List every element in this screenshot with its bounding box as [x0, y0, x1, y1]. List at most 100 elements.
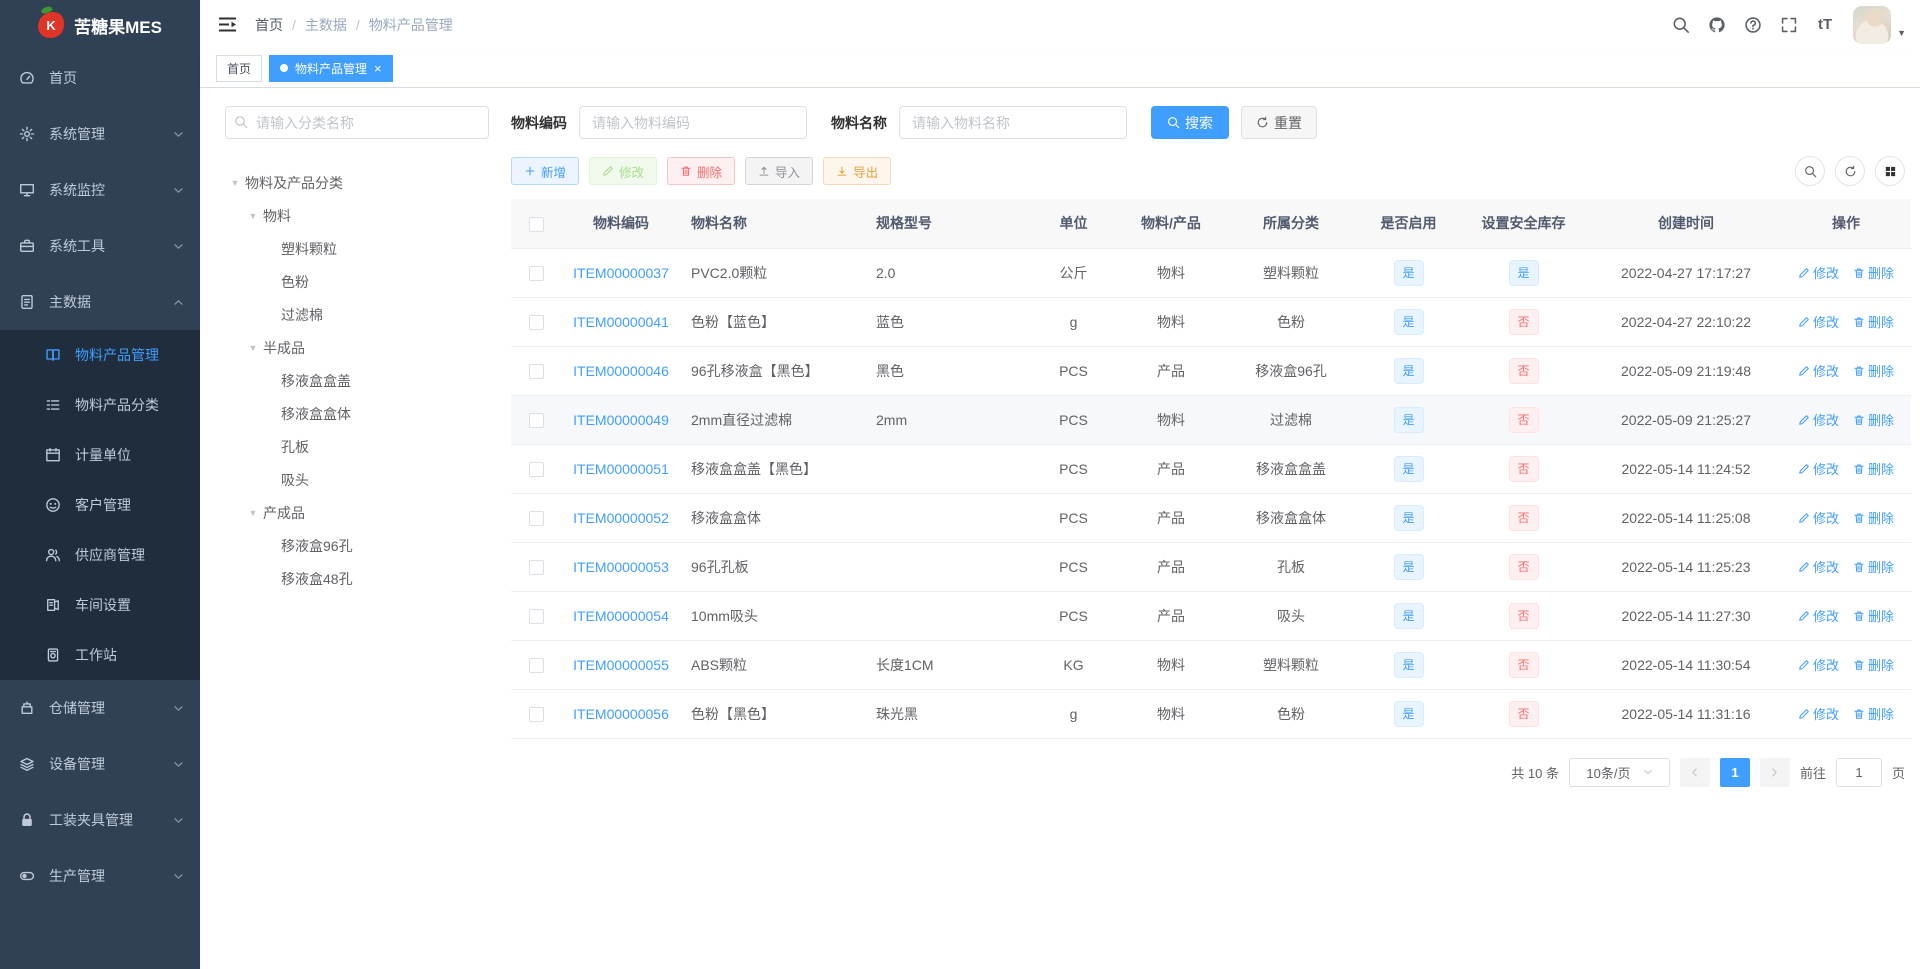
category-search-input[interactable]	[225, 106, 489, 139]
row-checkbox[interactable]	[528, 706, 544, 722]
select-all-checkbox[interactable]	[528, 216, 544, 232]
row-delete-link[interactable]: 删除	[1853, 606, 1894, 625]
github-button[interactable]	[1701, 9, 1733, 41]
row-edit-link[interactable]: 修改	[1798, 508, 1839, 527]
sidebar-item-system-monitor[interactable]: 系统监控	[0, 162, 200, 218]
tab-item[interactable]: 首页×	[216, 54, 263, 82]
item-code-link[interactable]: ITEM00000049	[573, 412, 669, 428]
row-edit-link[interactable]: 修改	[1798, 459, 1839, 478]
sidebar-item-tooling-fixture-management[interactable]: 工装夹具管理	[0, 792, 200, 848]
row-checkbox[interactable]	[528, 510, 544, 526]
item-code-link[interactable]: ITEM00000052	[573, 510, 669, 526]
import-button[interactable]: 导入	[745, 157, 814, 185]
fullscreen-button[interactable]	[1773, 9, 1805, 41]
row-checkbox[interactable]	[528, 363, 544, 379]
tree-node[interactable]: 移液盒96孔	[225, 529, 489, 562]
tree-node[interactable]: 移液盒盒盖	[225, 364, 489, 397]
item-code-link[interactable]: ITEM00000056	[573, 706, 669, 722]
row-delete-link[interactable]: 删除	[1853, 704, 1894, 723]
sidebar-item-supplier-management[interactable]: 供应商管理	[0, 530, 200, 580]
tree-expand-caret-icon[interactable]: ▼	[225, 178, 245, 188]
row-edit-link[interactable]: 修改	[1798, 312, 1839, 331]
prev-page-button[interactable]	[1679, 757, 1710, 787]
edit-button[interactable]: 修改	[589, 157, 658, 185]
next-page-button[interactable]	[1759, 757, 1790, 787]
tree-node[interactable]: 塑料颗粒	[225, 232, 489, 265]
item-code-link[interactable]: ITEM00000046	[573, 363, 669, 379]
sidebar-item-material-product-management[interactable]: 物料产品管理	[0, 330, 200, 380]
row-delete-link[interactable]: 删除	[1853, 508, 1894, 527]
row-edit-link[interactable]: 修改	[1798, 704, 1839, 723]
tree-node[interactable]: 移液盒48孔	[225, 562, 489, 595]
sidebar-item-production-management[interactable]: 生产管理	[0, 848, 200, 904]
sidebar-item-master-data[interactable]: 主数据	[0, 274, 200, 330]
row-delete-link[interactable]: 删除	[1853, 557, 1894, 576]
row-checkbox[interactable]	[528, 265, 544, 281]
reset-button[interactable]: 重置	[1241, 106, 1317, 139]
sidebar-item-equipment-management[interactable]: 设备管理	[0, 736, 200, 792]
tab-active[interactable]: 物料产品管理 ×	[269, 54, 393, 82]
tree-node[interactable]: 色粉	[225, 265, 489, 298]
tree-node[interactable]: 孔板	[225, 430, 489, 463]
sidebar-item-home[interactable]: 首页	[0, 50, 200, 106]
item-code-link[interactable]: ITEM00000055	[573, 657, 669, 673]
font-size-button[interactable]: tT	[1809, 9, 1841, 41]
tree-node[interactable]: 过滤棉	[225, 298, 489, 331]
material-code-input[interactable]	[579, 106, 807, 139]
tree-node[interactable]: 移液盒盒体	[225, 397, 489, 430]
item-code-link[interactable]: ITEM00000053	[573, 559, 669, 575]
tree-node[interactable]: ▼ 物料	[225, 199, 489, 232]
row-checkbox[interactable]	[528, 314, 544, 330]
sidebar-item-system-management[interactable]: 系统管理	[0, 106, 200, 162]
sidebar-toggle-icon[interactable]	[218, 16, 237, 33]
export-button[interactable]: 导出	[823, 157, 892, 185]
row-delete-link[interactable]: 删除	[1853, 410, 1894, 429]
table-refresh-button[interactable]	[1835, 156, 1865, 186]
search-button[interactable]: 搜索	[1151, 106, 1229, 139]
tree-expand-caret-icon[interactable]: ▼	[243, 508, 263, 518]
sidebar-item-customer-management[interactable]: 客户管理	[0, 480, 200, 530]
row-delete-link[interactable]: 删除	[1853, 655, 1894, 674]
goto-page-input[interactable]	[1835, 757, 1882, 787]
row-delete-link[interactable]: 删除	[1853, 459, 1894, 478]
table-search-button[interactable]	[1795, 156, 1825, 186]
row-checkbox[interactable]	[528, 608, 544, 624]
row-checkbox[interactable]	[528, 412, 544, 428]
user-menu-caret-icon[interactable]: ▼	[1897, 28, 1906, 38]
row-checkbox[interactable]	[528, 657, 544, 673]
row-delete-link[interactable]: 删除	[1853, 361, 1894, 380]
row-edit-link[interactable]: 修改	[1798, 557, 1839, 576]
sidebar-item-measure-unit[interactable]: 计量单位	[0, 430, 200, 480]
tree-node[interactable]: ▼ 物料及产品分类	[225, 166, 489, 199]
help-button[interactable]	[1737, 9, 1769, 41]
tab-close-icon[interactable]: ×	[374, 62, 382, 75]
item-code-link[interactable]: ITEM00000037	[573, 265, 669, 281]
sidebar-item-workstation[interactable]: 工作站	[0, 630, 200, 680]
sidebar-item-warehouse-management[interactable]: 仓储管理	[0, 680, 200, 736]
breadcrumb-item[interactable]: 首页	[255, 15, 283, 35]
page-size-select[interactable]: 10条/页	[1568, 757, 1670, 787]
item-code-link[interactable]: ITEM00000051	[573, 461, 669, 477]
sidebar-item-system-tools[interactable]: 系统工具	[0, 218, 200, 274]
header-search-button[interactable]	[1665, 9, 1697, 41]
tree-node[interactable]: 吸头	[225, 463, 489, 496]
table-columns-button[interactable]	[1875, 156, 1905, 186]
row-checkbox[interactable]	[528, 559, 544, 575]
page-number-button[interactable]: 1	[1719, 757, 1750, 787]
app-logo[interactable]: K 苦糖果MES	[0, 0, 200, 50]
item-code-link[interactable]: ITEM00000041	[573, 314, 669, 330]
sidebar-item-material-product-category[interactable]: 物料产品分类	[0, 380, 200, 430]
row-edit-link[interactable]: 修改	[1798, 361, 1839, 380]
row-delete-link[interactable]: 删除	[1853, 312, 1894, 331]
tree-node[interactable]: ▼ 半成品	[225, 331, 489, 364]
add-button[interactable]: 新增	[511, 157, 580, 185]
tree-expand-caret-icon[interactable]: ▼	[243, 211, 263, 221]
row-edit-link[interactable]: 修改	[1798, 410, 1839, 429]
row-checkbox[interactable]	[528, 461, 544, 477]
row-edit-link[interactable]: 修改	[1798, 606, 1839, 625]
material-name-input[interactable]	[899, 106, 1127, 139]
tree-expand-caret-icon[interactable]: ▼	[243, 343, 263, 353]
sidebar-item-workshop-settings[interactable]: 车间设置	[0, 580, 200, 630]
row-edit-link[interactable]: 修改	[1798, 263, 1839, 282]
row-delete-link[interactable]: 删除	[1853, 263, 1894, 282]
